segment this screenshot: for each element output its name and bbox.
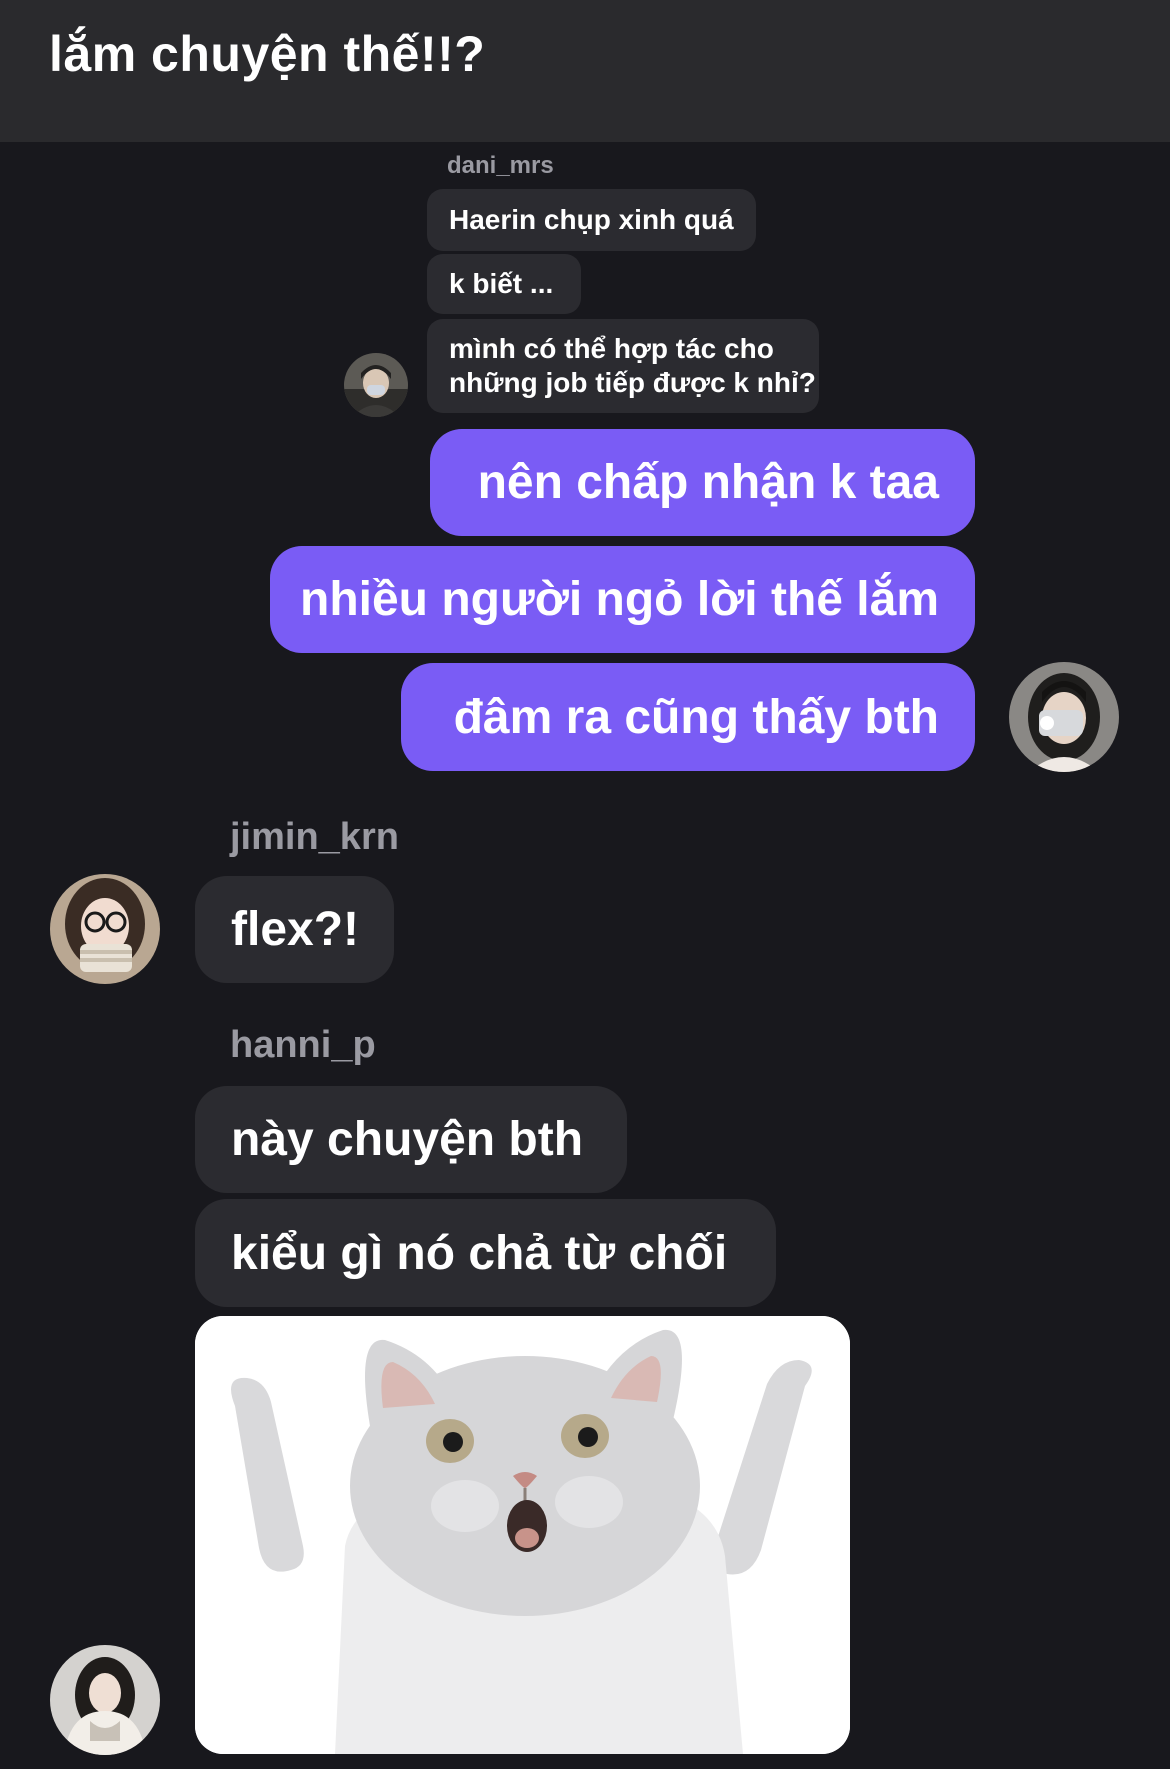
avatar-dani[interactable] [344,353,408,417]
message-bubble[interactable]: k biết ... [427,254,581,314]
avatar-photo-icon [1009,662,1119,772]
avatar-photo-icon [344,353,408,417]
avatar-photo-icon [50,874,160,984]
message-text: flex?! [231,903,360,956]
message-text: k biết ... [449,268,554,299]
avatar-me[interactable] [1009,662,1119,772]
shrugging-cat-sticker-icon [195,1316,850,1754]
message-text: này chuyện bth [231,1113,584,1166]
message-bubble[interactable]: đâm ra cũng thấy bth [401,663,975,771]
message-bubble[interactable]: kiểu gì nó chả từ chối [195,1199,776,1307]
message-text: kiểu gì nó chả từ chối [231,1226,728,1280]
message-bubble[interactable]: Haerin chụp xinh quá [427,189,756,251]
username-dani: dani_mrs [447,152,554,179]
message-text: nên chấp nhận k taa [477,456,939,509]
chat-screen: lắm chuyện thế!!? dani_mrs Haerin chụp x… [0,0,1170,1769]
story-caption: lắm chuyện thế!!? [49,26,486,82]
caption-bar: lắm chuyện thế!!? [0,0,1170,142]
message-text: những job tiếp được k nhỉ? [449,367,816,398]
sticker-message[interactable] [195,1316,850,1754]
username-hanni: hanni_p [230,1024,376,1066]
message-bubble[interactable]: nên chấp nhận k taa [430,429,975,536]
avatar-hanni[interactable] [50,1645,160,1755]
message-text: mình có thể hợp tác cho [449,333,774,364]
message-text: nhiều người ngỏ lời thế lắm [300,573,939,626]
message-bubble[interactable]: flex?! [195,876,394,983]
message-bubble[interactable]: mình có thể hợp tác cho những job tiếp đ… [427,319,819,413]
message-text: đâm ra cũng thấy bth [453,690,939,744]
message-bubble[interactable]: này chuyện bth [195,1086,627,1193]
avatar-jimin[interactable] [50,874,160,984]
message-bubble[interactable]: nhiều người ngỏ lời thế lắm [270,546,975,653]
message-text: Haerin chụp xinh quá [449,204,734,235]
avatar-photo-icon [50,1645,160,1755]
username-jimin: jimin_krn [230,816,399,858]
